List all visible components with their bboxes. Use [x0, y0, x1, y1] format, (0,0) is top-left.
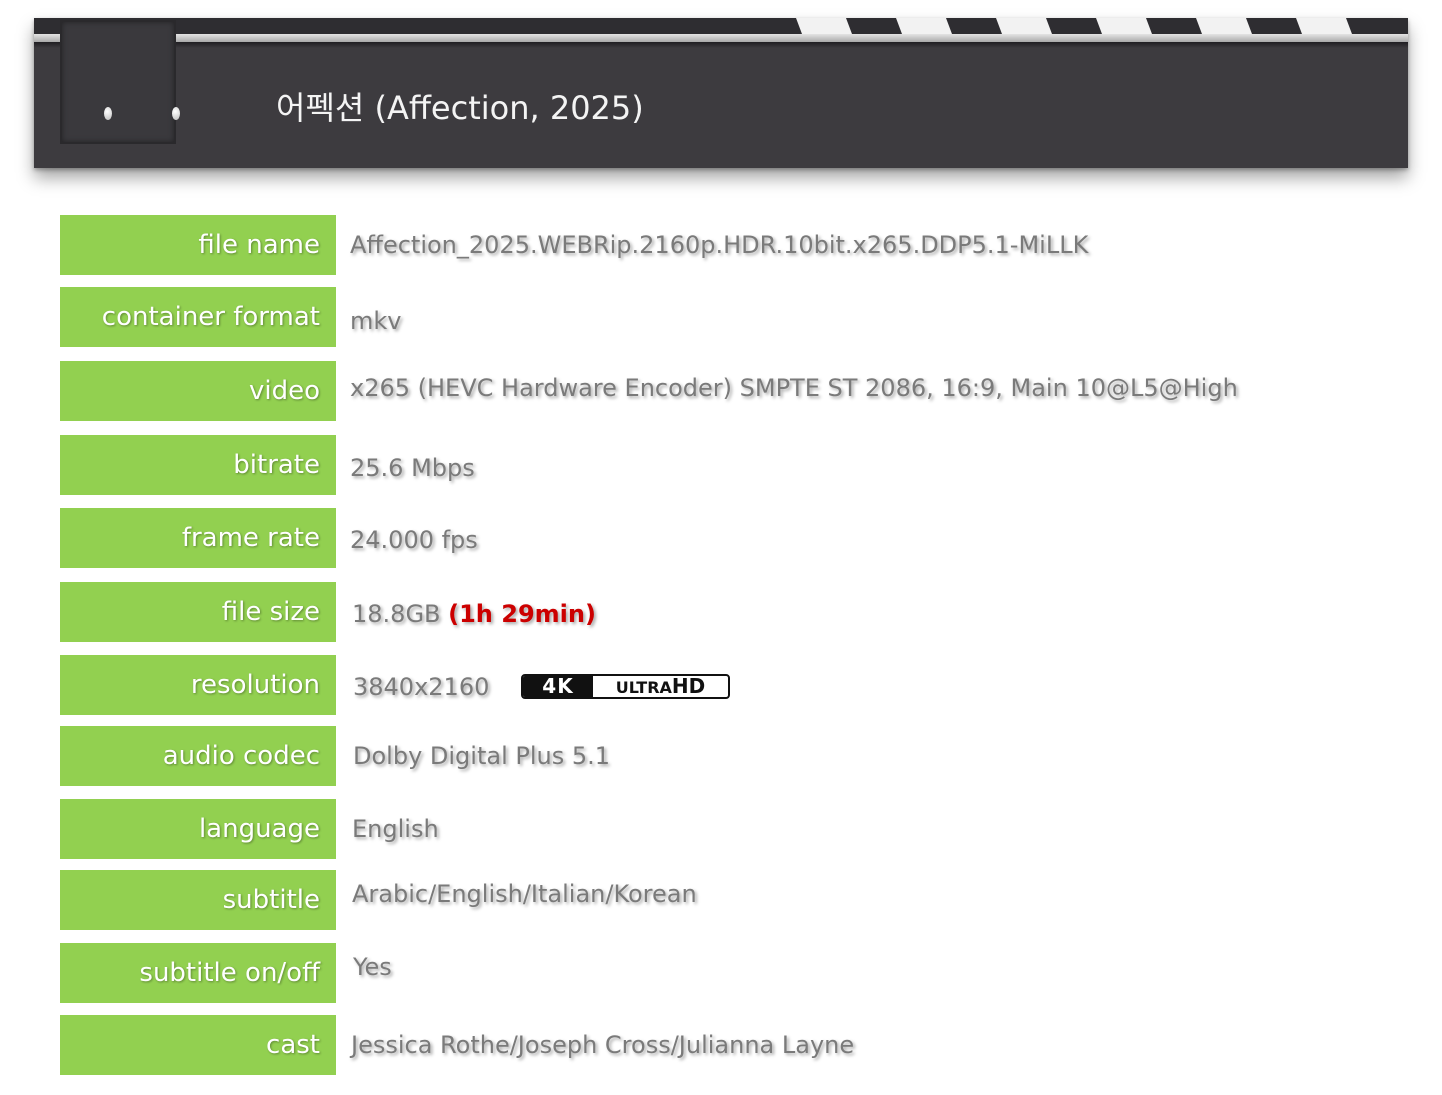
spec-row-file-size: file size 18.8GB (1h 29min): [60, 582, 1420, 642]
clapper-stripes-icon: [34, 18, 1408, 34]
spec-row-audio-codec: audio codec Dolby Digital Plus 5.1: [60, 726, 1420, 786]
spec-value-resolution: 3840x2160: [353, 673, 490, 701]
spec-value-frame-rate: 24.000 fps: [350, 526, 478, 554]
spec-label: subtitle: [60, 870, 336, 930]
spec-value-subtitle: Arabic/English/Italian/Korean: [352, 880, 697, 908]
spec-row-bitrate: bitrate 25.6 Mbps: [60, 435, 1420, 495]
movie-info-page: 어펙션 (Affection, 2025) file name Affectio…: [0, 0, 1442, 1095]
spec-label: frame rate: [60, 508, 336, 568]
bolt-icon: [104, 107, 112, 120]
4k-ultra-hd-logo-icon: 4K ULTRAHD: [521, 674, 730, 699]
spec-value-file-name: Affection_2025.WEBRip.2160p.HDR.10bit.x2…: [350, 231, 1089, 259]
spec-label: cast: [60, 1015, 336, 1075]
badge-ultra: ULTRA: [615, 678, 672, 697]
spec-value-file-size: 18.8GB (1h 29min): [352, 584, 596, 644]
spec-row-resolution: resolution 3840x2160 4K ULTRAHD: [60, 655, 1420, 715]
badge-4k: 4K: [523, 676, 593, 697]
spec-row-frame-rate: frame rate 24.000 fps: [60, 508, 1420, 568]
spec-value-subtitle-onoff: Yes: [353, 953, 392, 981]
spec-label: bitrate: [60, 435, 336, 495]
spec-row-cast: cast Jessica Rothe/Joseph Cross/Julianna…: [60, 1015, 1420, 1075]
spec-label: file name: [60, 215, 336, 275]
clapperboard-header: 어펙션 (Affection, 2025): [34, 18, 1408, 168]
spec-label: video: [60, 361, 336, 421]
clapper-rail: [34, 34, 1408, 42]
clapper-rail-shadow: [34, 42, 1408, 48]
spec-value-cast: Jessica Rothe/Joseph Cross/Julianna Layn…: [351, 1031, 855, 1059]
spec-row-file-name: file name Affection_2025.WEBRip.2160p.HD…: [60, 215, 1420, 275]
spec-row-subtitle-onoff: subtitle on/off Yes: [60, 943, 1420, 1003]
spec-row-language: language English: [60, 799, 1420, 859]
spec-label: subtitle on/off: [60, 943, 336, 1003]
badge-hd: HD: [671, 674, 706, 698]
spec-value-bitrate: 25.6 Mbps: [350, 454, 475, 482]
spec-value-audio-codec: Dolby Digital Plus 5.1: [353, 742, 611, 770]
spec-label: file size: [60, 582, 336, 642]
spec-label: resolution: [60, 655, 336, 715]
clapper-stripes: [34, 18, 1408, 34]
spec-row-subtitle: subtitle Arabic/English/Italian/Korean: [60, 870, 1420, 930]
file-size-text: 18.8GB: [352, 600, 441, 628]
spec-row-video: video x265 (HEVC Hardware Encoder) SMPTE…: [60, 361, 1420, 421]
spec-value-container-format: mkv: [350, 307, 402, 335]
page-title: 어펙션 (Affection, 2025): [276, 89, 644, 127]
spec-label: audio codec: [60, 726, 336, 786]
spec-label: container format: [60, 287, 336, 347]
bolt-icon: [172, 107, 180, 120]
spec-value-language: English: [352, 815, 439, 843]
badge-ultra-hd: ULTRAHD: [593, 676, 728, 697]
clapper-hinge: [60, 20, 180, 144]
runtime-text: (1h 29min): [448, 600, 596, 628]
spec-value-video: x265 (HEVC Hardware Encoder) SMPTE ST 20…: [350, 374, 1238, 402]
spec-row-container-format: container format mkv: [60, 287, 1420, 347]
spec-label: language: [60, 799, 336, 859]
